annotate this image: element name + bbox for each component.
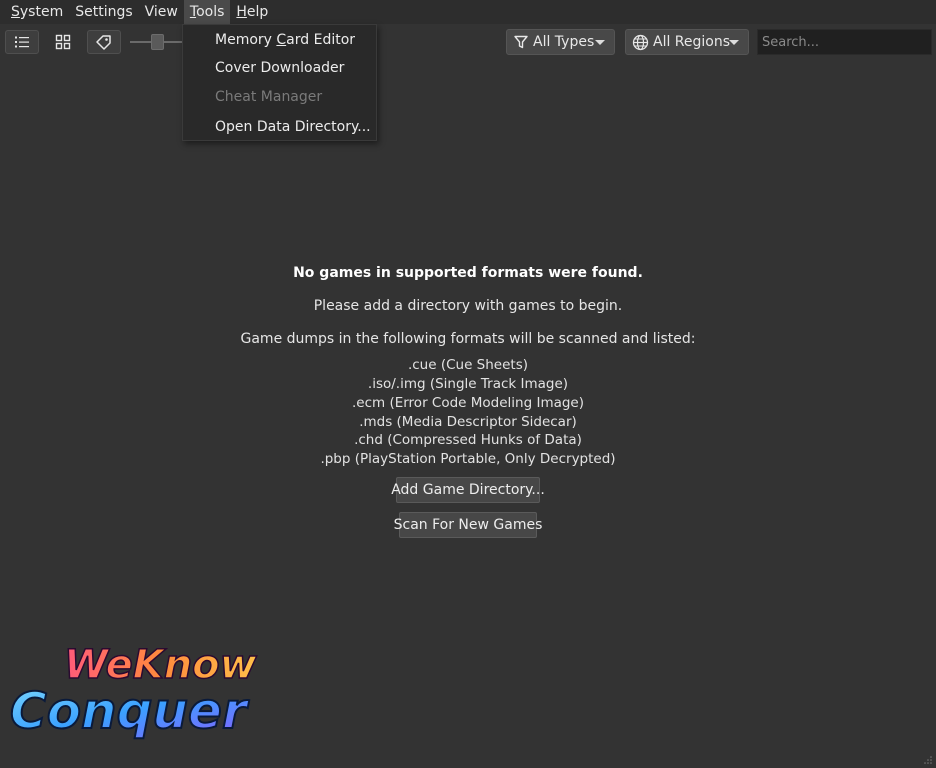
menu-tools-label: ools bbox=[196, 4, 225, 20]
menu-item-text: Open Data Directory... bbox=[215, 119, 371, 135]
empty-state-subtitle: Please add a directory with games to beg… bbox=[313, 298, 623, 314]
app-window: System Settings View Tools Help All Type… bbox=[0, 0, 936, 768]
format-item: .ecm (Error Code Modeling Image) bbox=[351, 395, 585, 411]
menu-item-text: ard Editor bbox=[286, 32, 356, 48]
menu-item-text: Cheat Manager bbox=[215, 89, 323, 105]
menu-system[interactable]: System bbox=[5, 0, 69, 24]
region-filter-combo[interactable]: All Regions bbox=[625, 29, 749, 55]
filter-icon bbox=[513, 34, 529, 50]
format-item: .pbp (PlayStation Portable, Only Decrypt… bbox=[320, 451, 616, 467]
type-filter-label: All Types bbox=[533, 34, 595, 50]
menu-view[interactable]: View bbox=[139, 0, 184, 24]
merge-discs-button[interactable] bbox=[87, 30, 121, 54]
search-input[interactable] bbox=[757, 29, 932, 55]
menu-settings[interactable]: Settings bbox=[69, 0, 138, 24]
formats-intro: Game dumps in the following formats will… bbox=[240, 331, 696, 347]
menu-help-mnemonic: H bbox=[236, 4, 247, 20]
add-game-directory-label: Add Game Directory... bbox=[391, 482, 545, 498]
type-filter-combo[interactable]: All Types bbox=[506, 29, 615, 55]
tag-icon bbox=[96, 35, 111, 50]
empty-state-title: No games in supported formats were found… bbox=[293, 265, 643, 281]
scan-for-new-games-label: Scan For New Games bbox=[393, 517, 543, 533]
menu-item-cheat-manager: Cheat Manager bbox=[215, 87, 322, 107]
menu-help-label: elp bbox=[246, 4, 269, 20]
menu-bar: System Settings View Tools Help bbox=[0, 0, 936, 24]
region-filter-label: All Regions bbox=[653, 34, 731, 50]
list-view-button[interactable] bbox=[5, 30, 39, 54]
add-game-directory-button[interactable]: Add Game Directory... bbox=[391, 477, 545, 503]
menu-item-memory-card-editor[interactable]: Memory Card Editor bbox=[215, 30, 355, 50]
tools-menu-dropdown: Memory Card Editor Cover Downloader Chea… bbox=[182, 24, 377, 141]
zoom-slider-handle[interactable] bbox=[151, 34, 164, 50]
menu-system-mnemonic: S bbox=[11, 4, 20, 20]
list-icon bbox=[15, 36, 29, 48]
grid-icon bbox=[55, 34, 71, 50]
grid-view-button[interactable] bbox=[46, 30, 80, 54]
format-item: .cue (Cue Sheets) bbox=[407, 357, 529, 373]
scan-for-new-games-button[interactable]: Scan For New Games bbox=[394, 512, 542, 538]
menu-help[interactable]: Help bbox=[230, 0, 274, 24]
format-item: .iso/.img (Single Track Image) bbox=[367, 376, 569, 392]
menu-item-text: Memory bbox=[215, 32, 277, 48]
menu-item-open-data-directory[interactable]: Open Data Directory... bbox=[215, 117, 371, 137]
menu-tools[interactable]: Tools bbox=[183, 0, 231, 24]
menu-system-label: ystem bbox=[19, 4, 64, 20]
menu-view-label: View bbox=[144, 4, 178, 20]
menu-item-text: Cover Downloader bbox=[215, 60, 345, 76]
format-item: .chd (Compressed Hunks of Data) bbox=[354, 432, 582, 448]
resize-grip-icon[interactable] bbox=[923, 755, 933, 765]
menu-item-cover-downloader[interactable]: Cover Downloader bbox=[215, 58, 344, 78]
chevron-down-icon bbox=[729, 40, 739, 45]
menu-settings-label: Settings bbox=[75, 4, 133, 20]
menu-item-mnemonic: C bbox=[276, 32, 287, 48]
globe-icon bbox=[632, 34, 649, 51]
chevron-down-icon bbox=[595, 40, 605, 45]
watermark-logo: WeKnow Conquer bbox=[9, 641, 258, 741]
toolbar: All Types All Regions bbox=[0, 26, 936, 60]
format-item: .mds (Media Descriptor Sidecar) bbox=[359, 414, 577, 430]
watermark-line2: Conquer bbox=[10, 682, 250, 740]
